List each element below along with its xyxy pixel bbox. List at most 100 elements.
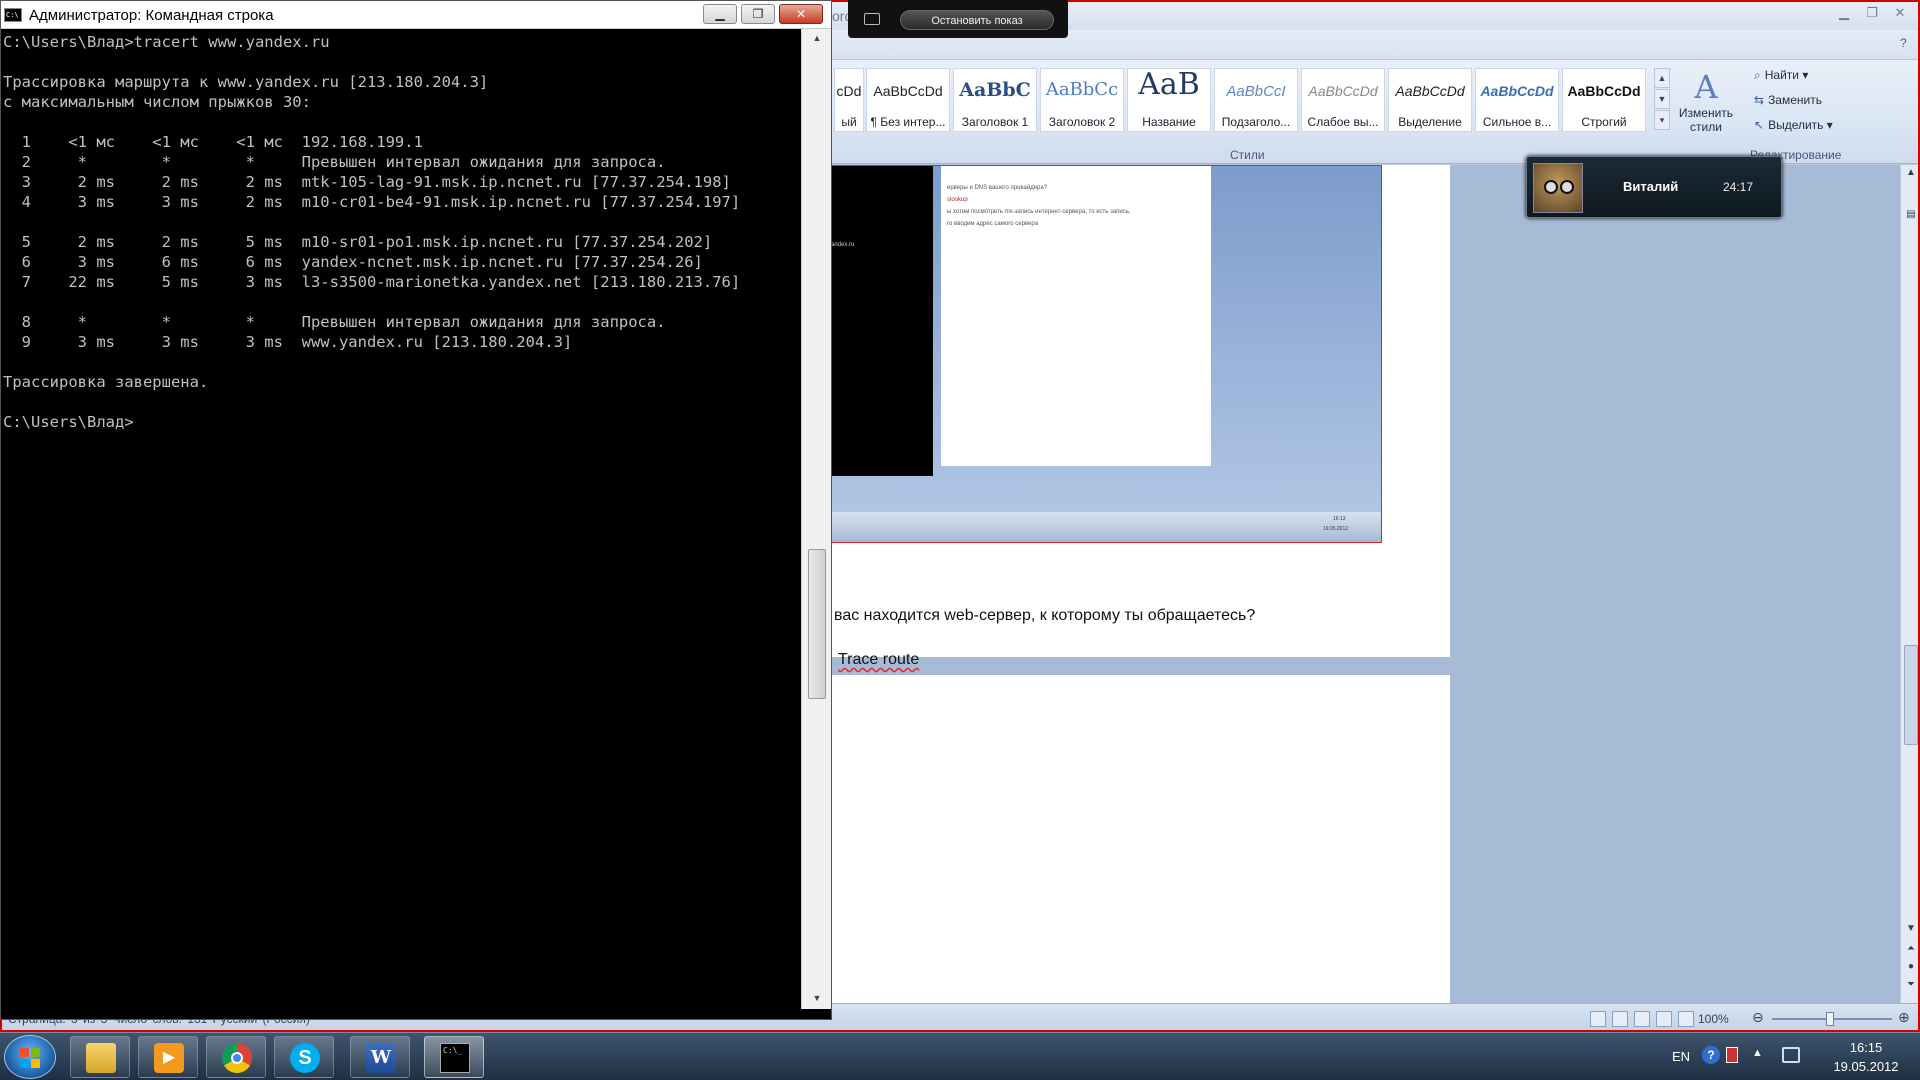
cmd-scroll-up-icon[interactable]: ▲ [802,33,832,43]
scroll-down-icon[interactable]: ▼ [1901,923,1918,934]
word-maximize-button[interactable]: ❐ [1858,4,1886,22]
replace-button[interactable]: ⇆ Заменить [1754,93,1822,107]
style-tile-title[interactable]: AaB Название [1127,67,1211,132]
explorer-icon [86,1043,116,1073]
console-line: 2 * * * Превышен интервал ожидания для з… [3,153,666,171]
help-icon[interactable]: ? [1900,36,1907,50]
tray-language[interactable]: EN [1672,1049,1690,1064]
taskbar-media-player[interactable]: ▶ [138,1036,198,1078]
gallery-more-icon[interactable]: ▾ [1654,110,1670,130]
web-layout-icon[interactable] [1634,1011,1650,1027]
style-tile-subtitle[interactable]: AaBbCcI Подзаголо... [1214,68,1298,132]
chrome-center [231,1052,243,1064]
embedded-console: andex.ru [823,166,933,476]
avatar [1533,163,1583,213]
style-tile-no-spacing[interactable]: AaBbCcDd ¶ Без интер... [866,68,950,132]
cmd-vertical-scrollbar[interactable]: ▲ ▼ [801,29,831,1009]
word-icon: W [366,1043,396,1073]
change-styles-button[interactable]: A Изменить стили [1674,68,1738,134]
taskbar-chrome[interactable] [206,1036,266,1078]
document-text-trace-route: Trace route [838,651,920,668]
chrome-icon [222,1043,252,1073]
clock-time[interactable]: 16:15 [1836,1040,1896,1055]
console-line: 1 <1 мс <1 мс <1 мс 192.168.199.1 [3,133,423,151]
tray-help-icon[interactable]: ? [1702,1046,1720,1064]
browse-object-icon[interactable]: ● [1901,961,1918,972]
taskbar-explorer[interactable] [70,1036,130,1078]
start-flag-yellow [31,1059,40,1068]
gallery-down-icon[interactable]: ▼ [1654,89,1670,109]
zoom-slider[interactable] [1772,1012,1892,1026]
cmd-maximize-button[interactable]: ❐ [741,4,775,24]
cmd-window[interactable]: C:\ Администратор: Командная строка ▁ ❐ … [0,0,832,1020]
style-tile-strong[interactable]: AaBbCcDd Строгий [1562,68,1646,132]
word-close-button[interactable]: ✕ [1886,4,1914,22]
console-output[interactable]: C:\Users\Влад>tracert www.yandex.ru Трасс… [1,29,801,1009]
scroll-up-icon[interactable]: ▲ [1901,167,1918,178]
draft-icon[interactable] [1678,1011,1694,1027]
caller-name: Виталий [1623,179,1679,194]
cmd-scroll-thumb[interactable] [808,549,826,699]
cmd-close-button[interactable]: ✕ [779,4,823,24]
word-minimize-button[interactable]: ▁ [1830,4,1858,22]
style-tile-heading-2[interactable]: AaBbCc Заголовок 2 [1040,68,1124,132]
style-tile-heading-1[interactable]: AaBbC Заголовок 1 [953,68,1037,132]
select-button[interactable]: ↖ Выделить ▾ [1754,118,1833,132]
taskbar-skype[interactable]: S [274,1036,334,1078]
gallery-up-icon[interactable]: ▲ [1654,68,1670,88]
zoom-in-icon[interactable]: ⊕ [1898,1009,1910,1026]
cmd-icon: C:\_ [440,1043,470,1073]
skype-icon: S [290,1043,320,1073]
style-tile-0[interactable]: cDd ый [834,68,864,132]
clock-date[interactable]: 19.05.2012 [1820,1059,1912,1074]
console-line: 4 3 ms 3 ms 2 ms m10-cr01-be4-91.msk.ip.… [3,193,741,211]
find-button[interactable]: ⌕ Найти ▾ [1754,68,1808,83]
slideshow-screen-icon[interactable] [864,13,880,25]
taskbar: ▶ S W C:\_ EN ? ▲ 16:15 19.05.2012 [0,1032,1920,1080]
document-page-2 [822,675,1450,1015]
start-button[interactable] [4,1035,56,1079]
word-vertical-scrollbar[interactable]: ▲ ▤ ▼ ⏶ ● ⏷ [1900,165,1918,1003]
console-line: 7 22 ms 5 ms 3 ms l3-s3500-marionetka.ya… [3,273,741,291]
style-tile-intense-emphasis[interactable]: AaBbCcDd Сильное в... [1475,68,1559,132]
cmd-window-icon[interactable]: C:\ [4,8,22,22]
skype-notification[interactable]: Виталий 24:17 [1526,156,1782,218]
full-screen-reading-icon[interactable] [1612,1011,1628,1027]
cmd-minimize-button[interactable]: ▁ [703,4,737,24]
next-page-icon[interactable]: ⏷ [1901,979,1918,990]
zoom-out-icon[interactable]: ⊖ [1752,1009,1764,1026]
taskbar-word[interactable]: W [350,1036,410,1078]
zoom-level[interactable]: 100% [1698,1012,1729,1026]
stop-show-button[interactable]: Остановить показ [900,10,1054,30]
console-line: 6 3 ms 6 ms 6 ms yandex-ncnet.msk.ip.ncn… [3,253,703,271]
cmd-title-bar[interactable]: C:\ Администратор: Командная строка ▁ ❐ … [1,1,831,29]
taskbar-cmd[interactable]: C:\_ [424,1036,484,1078]
cmd-scroll-down-icon[interactable]: ▼ [802,993,832,1003]
zoom-slider-knob[interactable] [1826,1012,1834,1026]
media-player-icon: ▶ [154,1043,184,1073]
ruler-toggle-icon[interactable]: ▤ [1901,209,1918,220]
tray-action-center-icon[interactable] [1726,1047,1738,1063]
word-scroll-thumb[interactable] [1904,645,1918,745]
start-flag-green [31,1048,40,1057]
console-line: с максимальным числом прыжков 30: [3,93,311,111]
cursor-icon: ↖ [1754,118,1765,132]
style-tile-subtle-emphasis[interactable]: AaBbCcDd Слабое вы... [1301,68,1385,132]
console-line: 9 3 ms 3 ms 3 ms www.yandex.ru [213.180.… [3,333,573,351]
print-layout-icon[interactable] [1590,1011,1606,1027]
tray-network-icon[interactable] [1782,1047,1800,1063]
start-flag-blue [20,1059,29,1068]
cmd-title-text: Администратор: Командная строка [29,7,274,24]
prev-page-icon[interactable]: ⏶ [1901,943,1918,954]
avatar-eye-left [1544,180,1558,194]
outline-icon[interactable] [1656,1011,1672,1027]
tray-show-hidden-icon[interactable]: ▲ [1752,1047,1763,1059]
document-text-question: вас находится web-сервер, к которому ты … [834,607,1256,624]
console-line: Трассировка завершена. [3,373,209,391]
console-line: C:\Users\Влад> [3,413,134,431]
style-tile-emphasis[interactable]: AaBbCcDd Выделение [1388,68,1472,132]
